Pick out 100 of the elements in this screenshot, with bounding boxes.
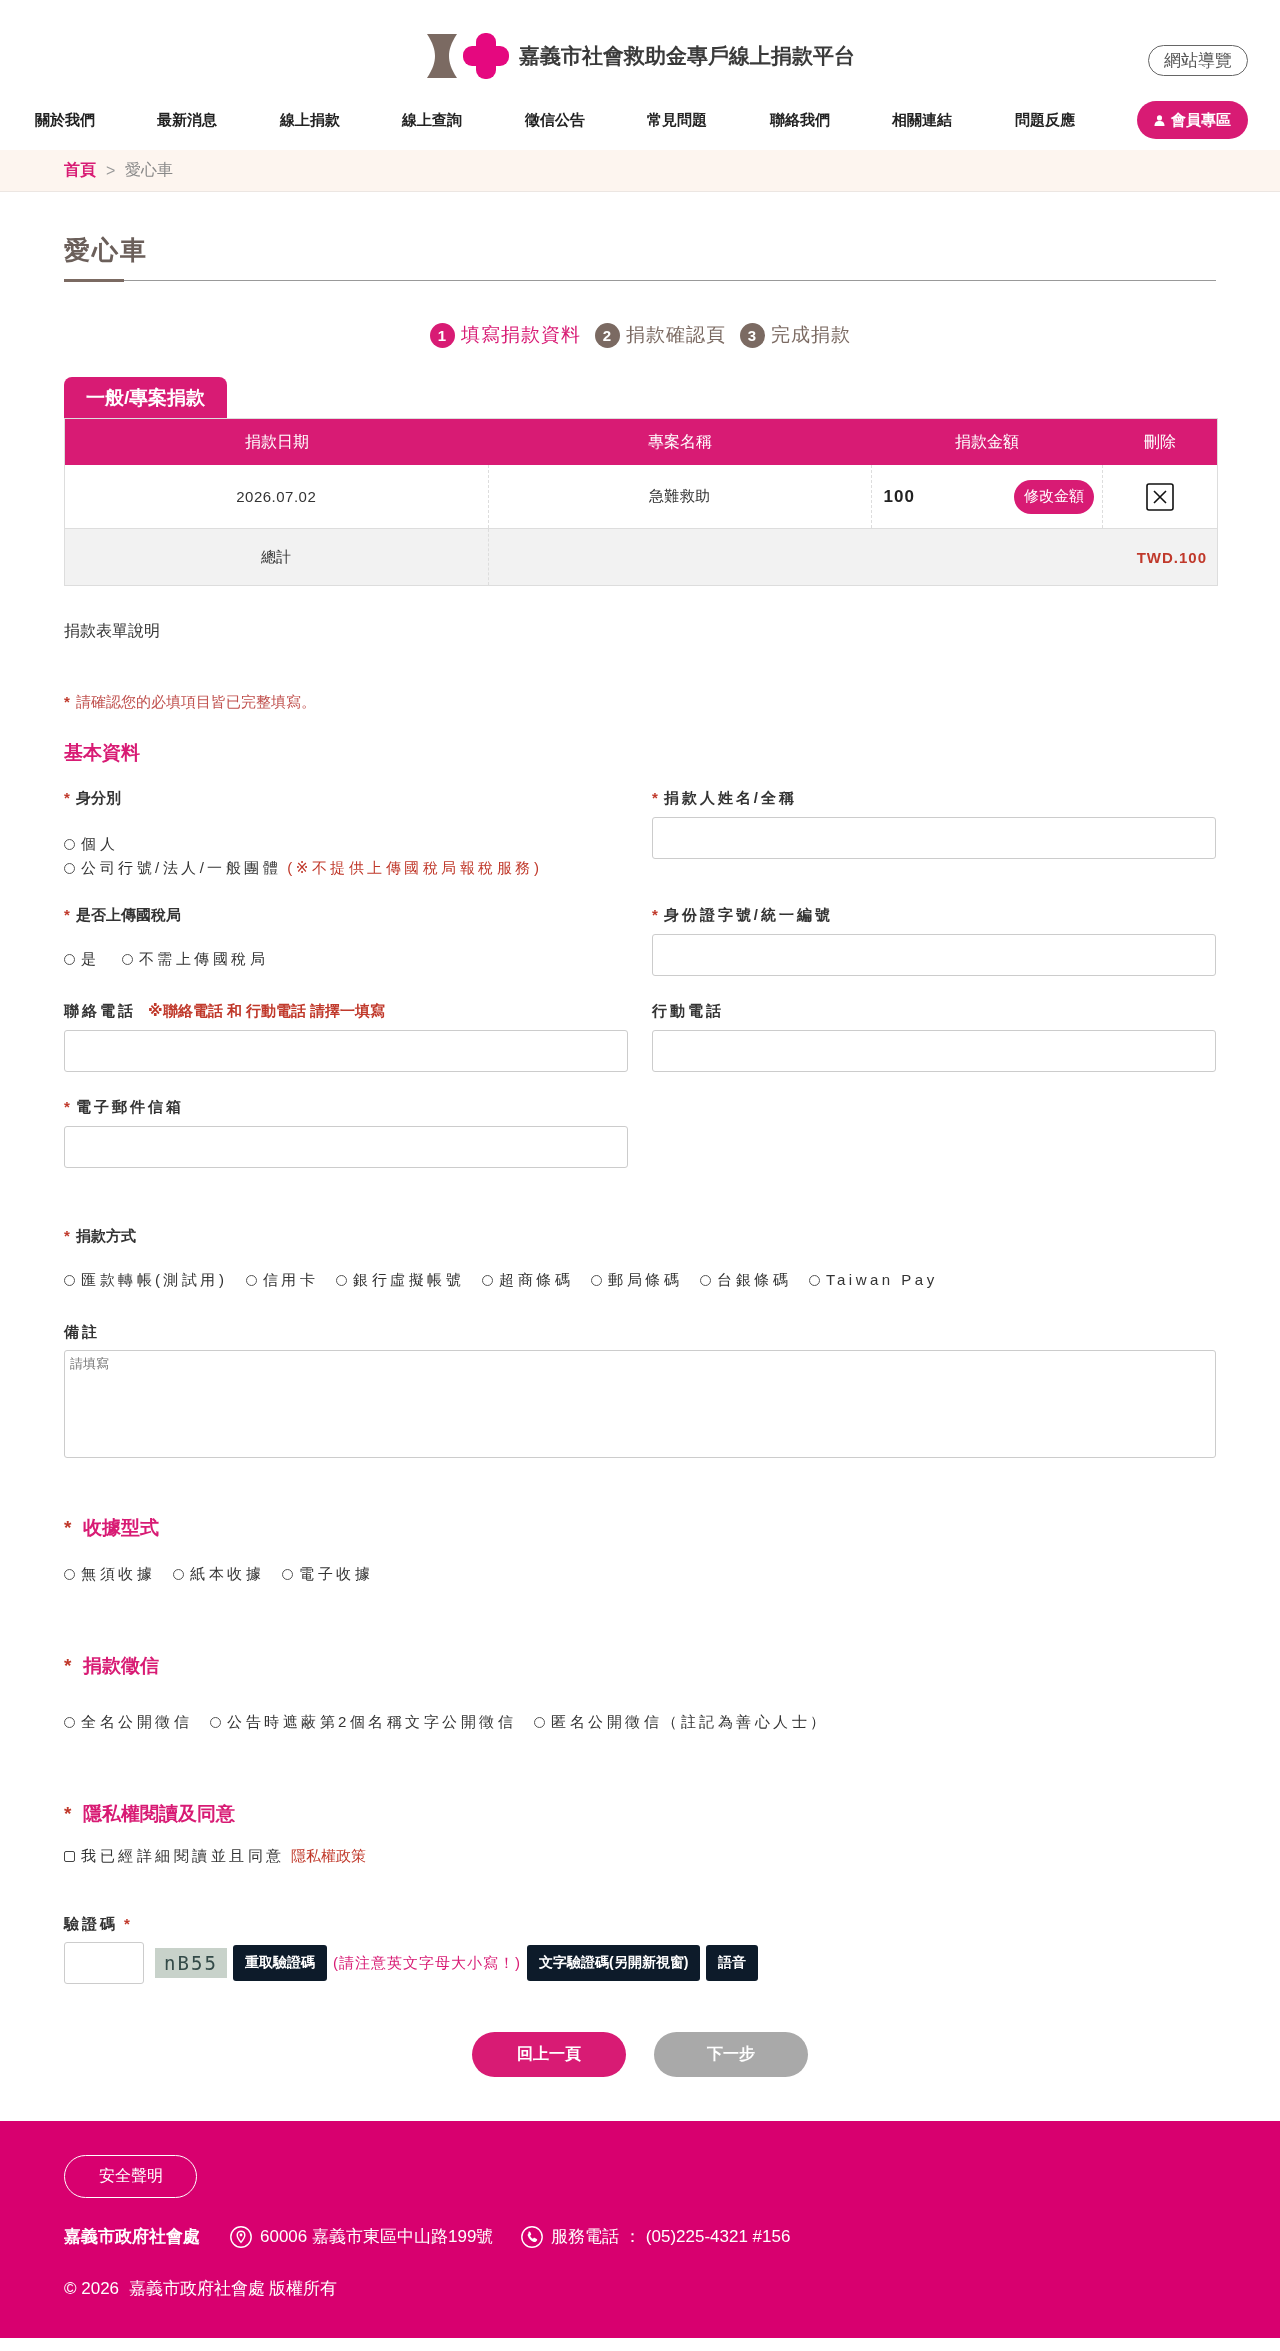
radio-option[interactable]: 公告時遮蔽第2個名稱文字公開徵信 — [210, 1710, 517, 1734]
input-field[interactable] — [652, 817, 1216, 859]
column-header: 捐款日期 — [64, 418, 488, 465]
field-label: 行動電話 — [652, 1001, 724, 1021]
required-asterisk: * — [652, 905, 658, 925]
logo-icon — [425, 32, 510, 80]
step-label: 填寫捐款資料 — [460, 323, 581, 347]
field-label: 聯絡電話 — [64, 1001, 136, 1021]
nav-link[interactable]: 最新消息 — [157, 110, 218, 130]
checkbox-option[interactable]: 我已經詳細閱讀並且同意 — [64, 1844, 285, 1868]
amount-value: 100 — [883, 486, 915, 507]
table-cell: 2026.07.02 — [64, 465, 488, 529]
required-asterisk: * — [64, 692, 70, 712]
radio-option[interactable]: Taiwan Pay — [809, 1268, 938, 1292]
audio-captcha-button[interactable]: 語音 — [706, 1945, 759, 1981]
nav-link[interactable]: 相關連結 — [892, 110, 953, 130]
required-asterisk: * — [64, 1097, 70, 1117]
step-number: 3 — [739, 322, 765, 348]
total-value: TWD.100 — [488, 528, 1218, 586]
nav-link[interactable]: 常見問題 — [647, 110, 708, 130]
radio-option[interactable]: 個人 — [64, 832, 118, 856]
column-header: 專案名稱 — [488, 418, 871, 465]
field-label: 身分別 — [75, 788, 121, 808]
text-captcha-button[interactable]: 文字驗證碼(另開新視窗) — [527, 1945, 701, 1981]
footer-address: 60006 嘉義市東區中山路199號 — [260, 2226, 494, 2248]
site-title: 嘉義市社會救助金專戶線上捐款平台 — [518, 43, 855, 70]
radio-option[interactable]: 不需上傳國稅局 — [121, 947, 268, 971]
member-button[interactable]: 會員專區 — [1136, 101, 1248, 139]
nav-link[interactable]: 關於我們 — [35, 110, 95, 130]
step-number: 1 — [429, 322, 455, 348]
refresh-captcha-button[interactable]: 重取驗證碼 — [233, 1945, 327, 1981]
radio-option[interactable]: 郵局條碼 — [591, 1268, 682, 1292]
field-label: 是否上傳國稅局 — [75, 905, 181, 925]
step-number: 2 — [594, 322, 620, 348]
section-title: 基本資料 — [64, 742, 140, 764]
location-pin-icon — [230, 2226, 252, 2248]
nav-link[interactable]: 問題反應 — [1014, 110, 1075, 130]
field-label: 驗證碼 — [64, 1914, 118, 1934]
privacy-policy-link[interactable]: 隱私權政策 — [290, 1844, 366, 1868]
footer-org: 嘉義市政府社會處 — [64, 2226, 200, 2248]
step-label: 完成捐款 — [770, 323, 851, 347]
table-cell: 急難救助 — [488, 465, 871, 529]
current-page-text: 愛心車 — [125, 160, 174, 180]
radio-option[interactable]: 超商條碼 — [482, 1268, 573, 1292]
radio-option[interactable]: 匯款轉帳(測試用) — [64, 1268, 228, 1292]
section-title: 收據型式 — [83, 1516, 160, 1540]
page-title: 愛心車 — [64, 234, 148, 267]
phone-icon — [521, 2226, 544, 2248]
required-asterisk: * — [64, 1654, 72, 1678]
required-asterisk: * — [64, 788, 70, 808]
field-label: 電子郵件信箱 — [75, 1097, 184, 1117]
radio-option[interactable]: 匿名公開徵信（註記為善心人士） — [534, 1710, 829, 1734]
input-field[interactable] — [652, 934, 1216, 976]
required-asterisk: * — [64, 905, 70, 925]
total-label: 總計 — [64, 528, 488, 586]
field-note: ※聯絡電話 和 行動電話 請擇一填寫 — [148, 1001, 386, 1021]
input-field[interactable] — [652, 1030, 1216, 1072]
cart-tab[interactable]: 一般/專案捐款 — [64, 377, 228, 418]
field-label: 備註 — [64, 1322, 100, 1342]
radio-option[interactable]: 台銀條碼 — [700, 1268, 791, 1292]
field-label: 捐款人姓名/全稱 — [663, 788, 797, 808]
footer-phone: 服務電話 ： (05)225-4321 #156 — [551, 2226, 791, 2248]
step-label: 捐款確認頁 — [625, 323, 726, 347]
radio-option[interactable]: 公司行號/法人/一般團體 (※不提供上傳國稅局報稅服務) — [64, 856, 543, 880]
radio-option[interactable]: 紙本收據 — [173, 1562, 264, 1586]
home-link[interactable]: 首頁 — [64, 160, 96, 181]
copyright: © 2026 嘉義市政府社會處 版權所有 — [64, 2278, 338, 2300]
action-button[interactable]: 回上一頁 — [472, 2032, 626, 2077]
person-icon — [1153, 114, 1165, 126]
required-asterisk: * — [64, 1802, 72, 1826]
breadcrumb-separator: > — [106, 161, 116, 180]
nav-link[interactable]: 聯絡我們 — [769, 110, 830, 130]
radio-option[interactable]: 是 — [64, 947, 100, 971]
required-asterisk: * — [652, 788, 658, 808]
section-title: 隱私權閱讀及同意 — [83, 1802, 236, 1826]
form-description: 捐款表單說明 — [64, 621, 160, 641]
radio-option[interactable]: 電子收據 — [282, 1562, 373, 1586]
radio-option[interactable]: 無須收據 — [64, 1562, 155, 1586]
column-header: 捐款金額 — [871, 418, 1102, 465]
nav-link[interactable]: 線上捐款 — [279, 110, 340, 130]
radio-option[interactable]: 信用卡 — [245, 1268, 318, 1292]
section-title: 捐款徵信 — [83, 1654, 160, 1678]
required-notice: 請確認您的必填項目皆已完整填寫。 — [75, 692, 316, 712]
required-asterisk: * — [64, 1516, 72, 1540]
input-field[interactable] — [64, 1030, 628, 1072]
nav-link[interactable]: 線上查詢 — [402, 110, 463, 130]
remarks-field[interactable]: 請填寫 — [64, 1350, 1216, 1458]
case-note: (請注意英文字母大小寫！) — [333, 1953, 521, 1973]
required-asterisk: * — [64, 1226, 70, 1246]
captcha-image: nB55 — [155, 1948, 227, 1978]
captcha-input[interactable] — [64, 1942, 144, 1984]
column-header: 刪除 — [1102, 418, 1218, 465]
radio-option[interactable]: 銀行虛擬帳號 — [336, 1268, 464, 1292]
field-label: 身份證字號/統一編號 — [663, 905, 833, 925]
required-asterisk: * — [124, 1914, 130, 1934]
input-field[interactable] — [64, 1126, 628, 1168]
radio-option[interactable]: 全名公開徵信 — [64, 1710, 192, 1734]
edit-amount-button[interactable]: 修改金額 — [1013, 479, 1094, 514]
delete-icon[interactable] — [1145, 482, 1174, 511]
nav-link[interactable]: 徵信公告 — [524, 110, 585, 130]
